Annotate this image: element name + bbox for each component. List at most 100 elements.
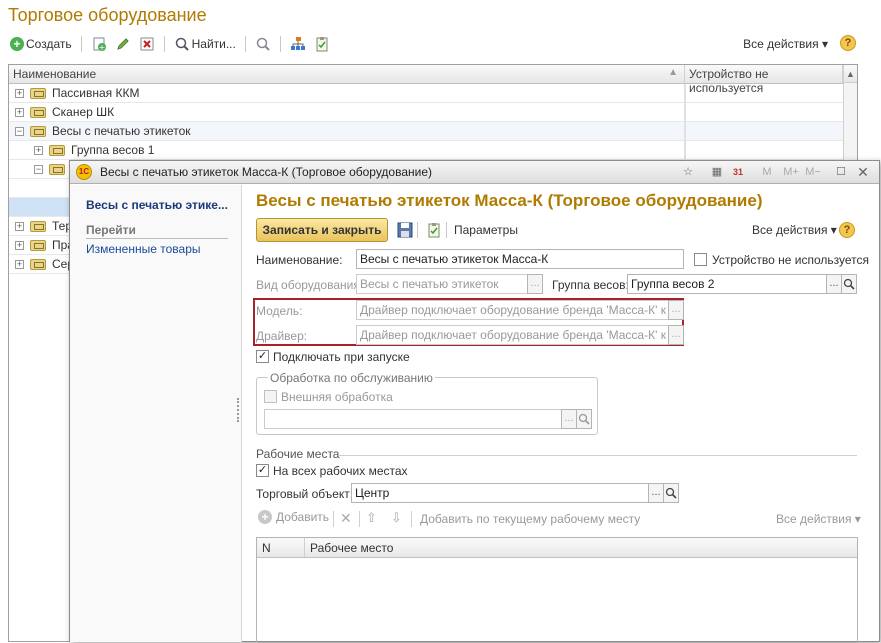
help-icon[interactable]: ? [839,222,855,238]
model-field: Драйвер подключает оборудование бренда '… [356,300,669,320]
table-header: N Рабочее место [257,538,857,558]
expand-icon[interactable]: + [34,145,43,155]
report-button[interactable] [426,222,442,241]
all-actions-menu[interactable]: Все действия ▾ [743,37,828,51]
driver-field: Драйвер подключает оборудование бренда '… [356,325,669,345]
list-item[interactable]: + Группа весов 1 [9,141,857,160]
page-title: Торговое оборудование [8,5,207,25]
separator [279,36,281,52]
column-workplace[interactable]: Рабочее место [305,538,857,557]
expand-icon[interactable]: + [15,88,24,98]
model-select-button: ... [668,300,684,320]
connect-on-start-checkbox[interactable]: ✓ [256,350,269,363]
all-workplaces-label: На всех рабочих местах [273,464,408,478]
folder-icon [30,220,46,232]
cancel-search-icon [256,37,270,51]
folder-icon [49,144,65,156]
plus-icon: + [258,510,272,524]
trade-object-open-button[interactable] [663,483,679,503]
cancel-search-button[interactable] [253,36,273,52]
column-not-used[interactable]: Устройство не используется [685,65,843,95]
save-close-button[interactable]: Записать и закрыть [256,218,388,242]
nav-link-changed-goods[interactable]: Измененные товары [86,242,201,256]
not-used-label: Устройство не используется [712,253,869,267]
separator [333,511,334,527]
sort-icon: ▲ [668,67,678,78]
report-button[interactable] [312,36,332,52]
scale-group-field[interactable]: Группа весов 2 [627,274,827,294]
move-up-icon[interactable]: ⇧ [366,510,377,526]
window-title: Весы с печатью этикеток Масса-К (Торгово… [100,165,433,179]
folder-icon [30,239,46,251]
hierarchy-button[interactable] [288,36,308,52]
list-item[interactable]: − Весы с печатью этикеток [9,122,857,141]
find-button[interactable]: Найти... [172,36,238,52]
copy-button[interactable]: + [89,36,109,52]
kind-select-button: ... [527,274,543,294]
add-button[interactable]: + Добавить [258,510,329,524]
expand-icon[interactable]: + [15,259,24,269]
memory-icon[interactable]: M [760,165,774,179]
external-processing-field [264,409,562,429]
plus-icon: + [10,37,24,51]
column-name[interactable]: Наименование ▲ [9,65,685,83]
add-current-workplace-button[interactable]: Добавить по текущему рабочему месту [420,512,640,526]
separator [446,222,447,238]
folder-icon [30,106,46,118]
nav-item-main[interactable]: Весы с печатью этике... [86,198,228,212]
search-icon [665,487,677,499]
save-icon [397,222,413,238]
separator [163,36,165,52]
delete-button[interactable] [137,36,157,52]
trade-object-select-button[interactable]: ... [648,483,664,503]
name-label: Наименование: [256,253,343,267]
collapse-icon[interactable]: − [15,126,24,136]
scale-group-open-button[interactable] [841,274,857,294]
copy-icon: + [93,37,106,52]
list-item[interactable]: + Сканер ШК [9,103,857,122]
memory-minus-icon[interactable]: M− [804,165,822,179]
expand-icon[interactable]: + [15,240,24,250]
edit-button[interactable] [113,36,133,52]
favorite-icon[interactable]: ☆ [681,165,695,179]
scale-group-select-button[interactable]: ... [826,274,842,294]
search-icon [843,278,855,290]
all-actions-menu[interactable]: Все действия ▾ [752,223,837,237]
kind-field: Весы с печатью этикеток [356,274,528,294]
calendar-icon[interactable]: 31 [731,165,745,179]
save-button[interactable] [397,222,413,241]
expand-icon[interactable]: + [15,221,24,231]
separator [417,222,418,238]
list-header: Наименование ▲ Устройство не используетс… [9,65,857,95]
separator [411,511,412,527]
section-divider [338,455,857,456]
column-n[interactable]: N [257,538,305,557]
1c-logo-icon: 1С [76,164,92,180]
help-icon[interactable]: ? [840,35,856,51]
calculator-icon[interactable]: ▦ [710,165,724,179]
create-button[interactable]: + Создать [8,37,74,51]
collapse-icon[interactable]: − [34,164,43,174]
name-field[interactable]: Весы с печатью этикеток Масса-К [356,249,684,269]
expand-icon[interactable]: + [15,107,24,117]
table-all-actions-menu[interactable]: Все действия ▾ [776,512,861,526]
separator [244,36,246,52]
memory-plus-icon[interactable]: M+ [782,165,800,179]
not-used-checkbox[interactable] [694,253,707,266]
folder-icon [30,125,46,137]
service-processing-title: Обработка по обслуживанию [268,371,435,385]
panel-splitter[interactable] [237,398,240,422]
delete-row-icon[interactable]: ✕ [340,510,352,527]
move-down-icon[interactable]: ⇩ [391,510,402,526]
hierarchy-icon [290,37,305,50]
scroll-up-icon[interactable]: ▲ [844,65,857,83]
external-processing-select-button: ... [561,409,577,429]
driver-label: Драйвер: [256,329,308,343]
pencil-icon [116,38,129,50]
all-workplaces-checkbox[interactable]: ✓ [256,464,269,477]
trade-object-field[interactable]: Центр [351,483,649,503]
clipboard-icon [428,223,440,238]
params-button[interactable]: Параметры [454,223,518,237]
maximize-icon[interactable]: ☐ [834,165,848,179]
close-icon[interactable]: ✕ [856,165,870,179]
